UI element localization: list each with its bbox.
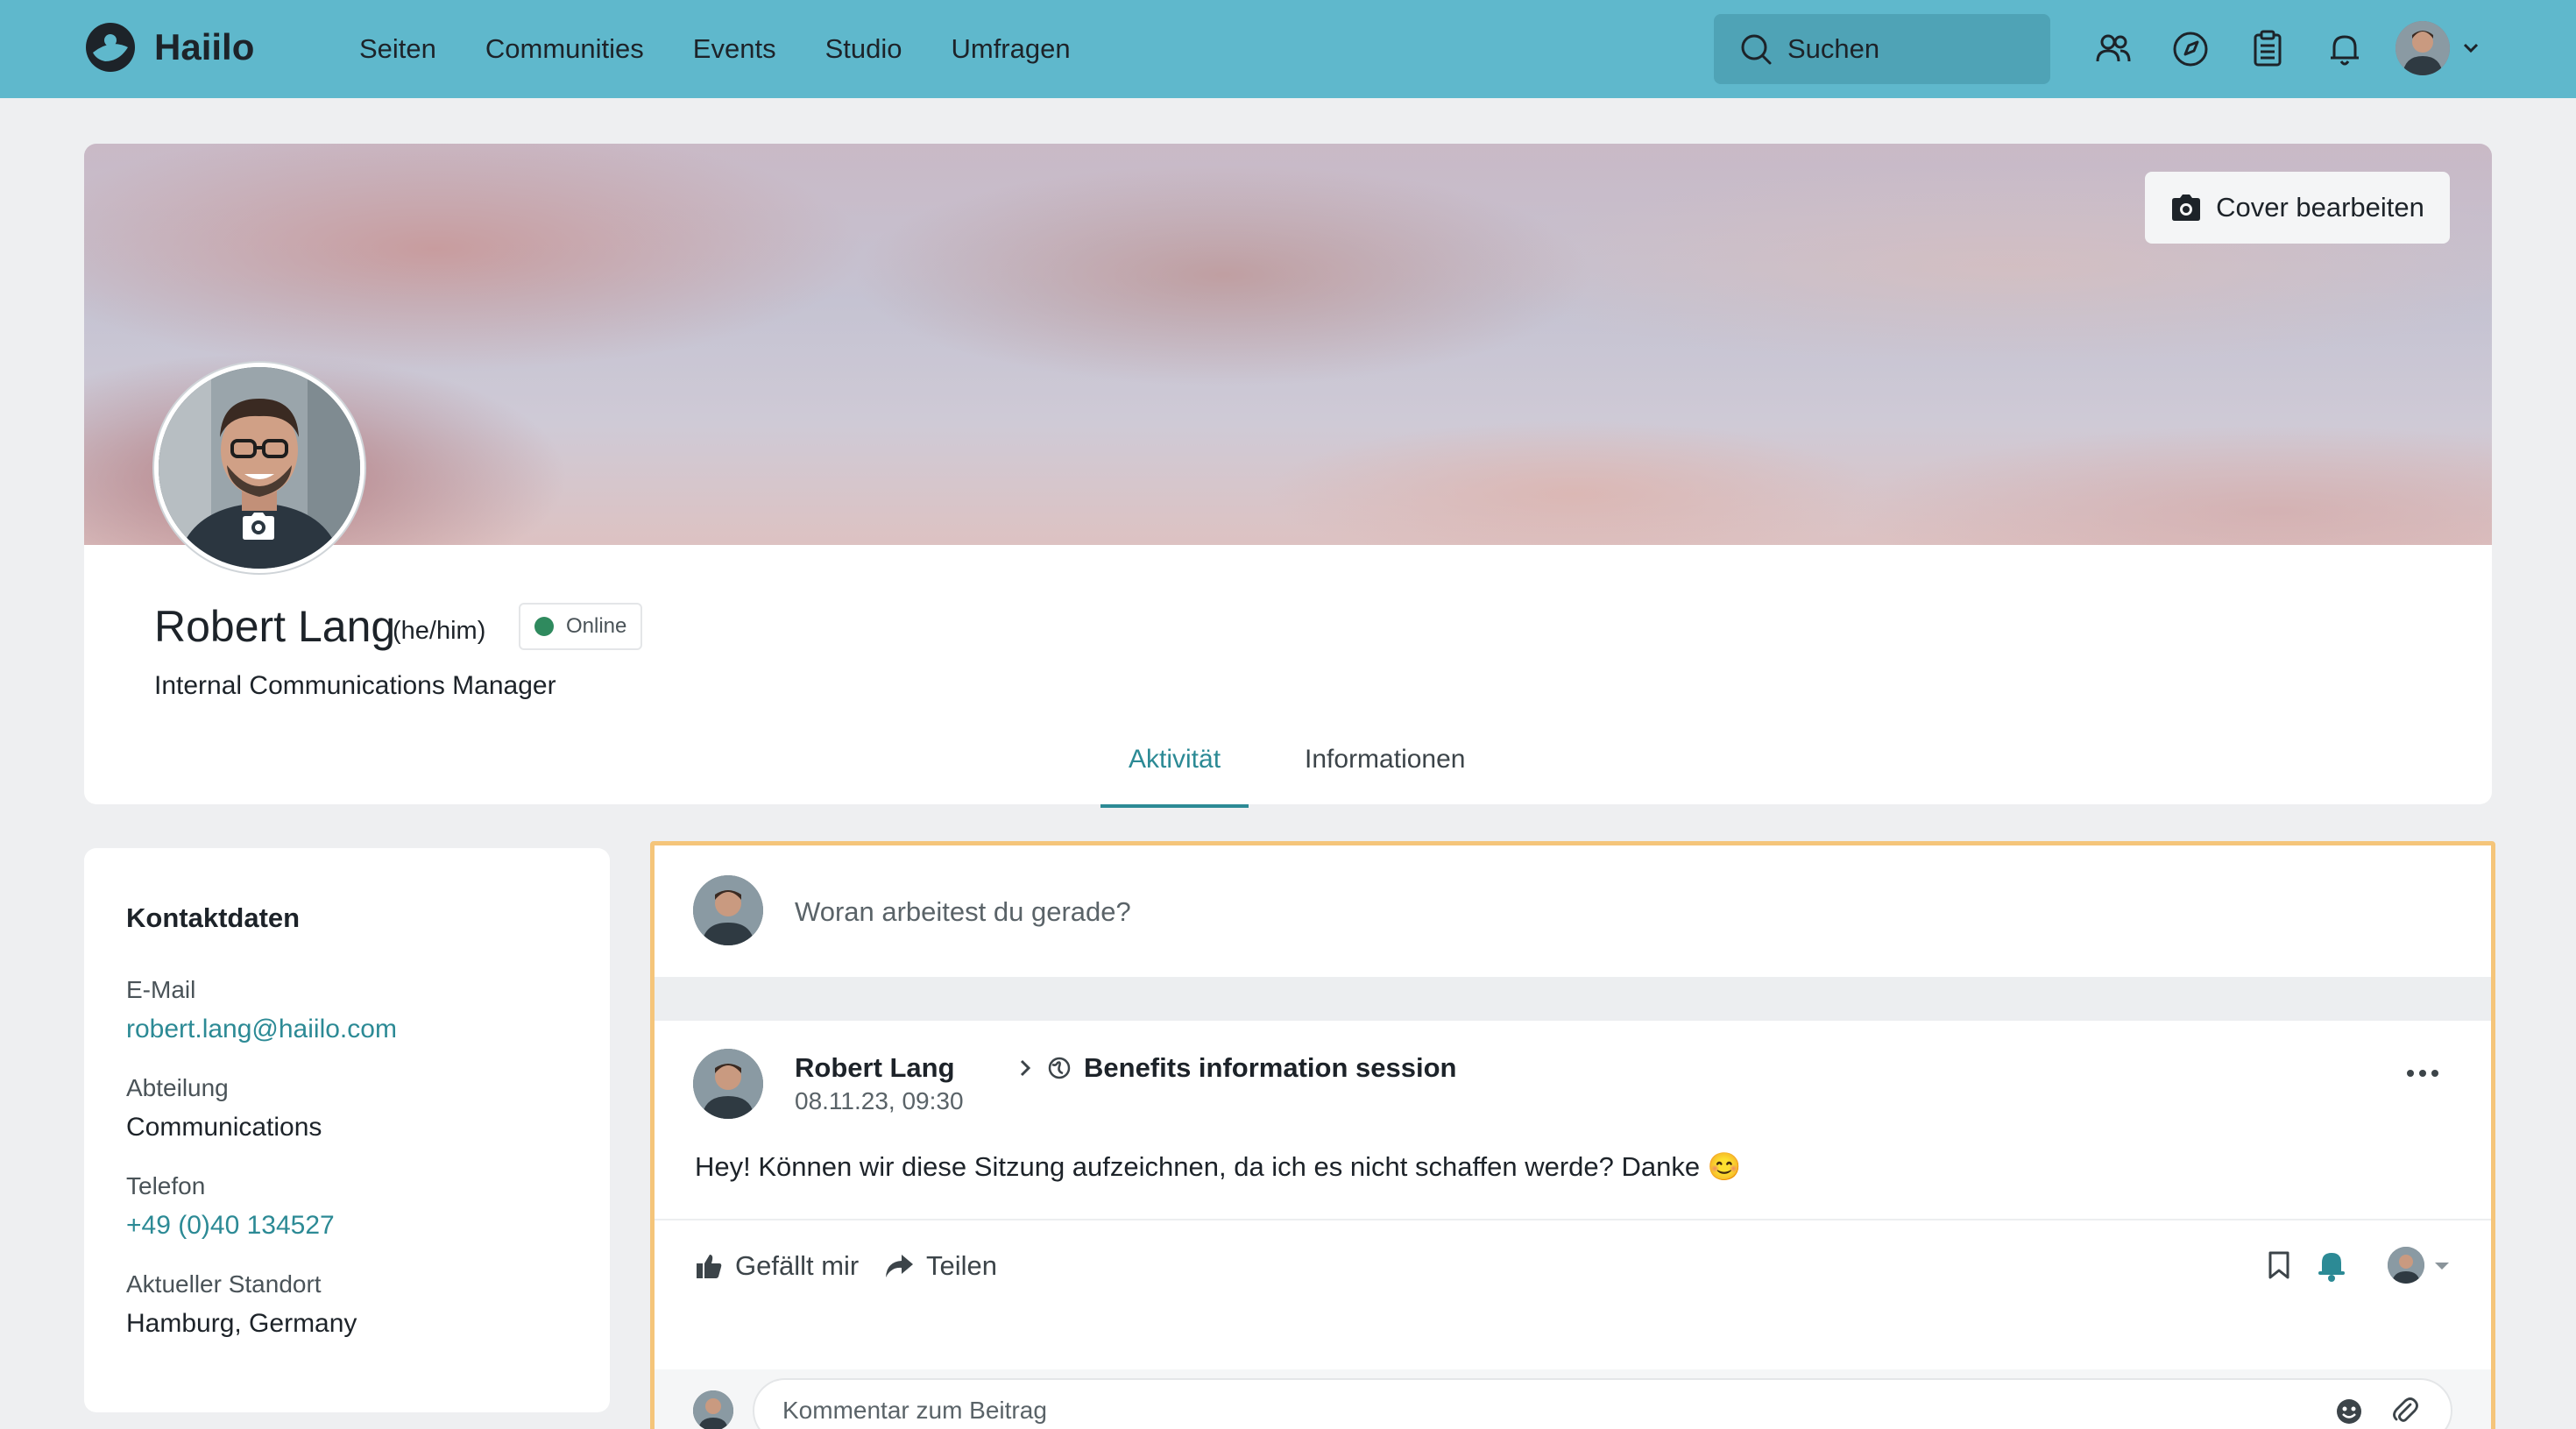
contact-card: Kontaktdaten E-Mail robert.lang@haiilo.c… — [84, 848, 610, 1412]
profile-job-title: Internal Communications Manager — [154, 671, 556, 700]
chevron-right-icon — [1020, 1059, 1031, 1077]
logo[interactable]: Haiilo — [84, 21, 254, 74]
globe-icon — [1048, 1057, 1071, 1079]
phone-link[interactable]: +49 (0)40 134527 — [126, 1211, 335, 1241]
like-button[interactable]: Gefällt mir — [695, 1250, 859, 1282]
composer-avatar-image — [693, 875, 763, 945]
share-icon — [886, 1255, 913, 1277]
comment-avatar — [693, 1390, 733, 1429]
nav-item-events[interactable]: Events — [693, 33, 776, 65]
cover-image — [84, 144, 2492, 545]
comment-input[interactable] — [782, 1397, 2272, 1425]
tab-informationen[interactable]: Informationen — [1277, 745, 1493, 808]
profile-name: Robert Lang — [154, 602, 396, 651]
nav-item-studio[interactable]: Studio — [825, 33, 902, 65]
online-status-dot — [534, 617, 554, 636]
comment-field[interactable] — [753, 1378, 2452, 1429]
like-label: Gefällt mir — [735, 1250, 860, 1281]
email-label: E-Mail — [126, 976, 196, 1003]
avatar-camera-icon[interactable] — [240, 510, 277, 541]
camera-icon — [2172, 195, 2201, 221]
clipboard-icon[interactable] — [2248, 30, 2287, 68]
thumbs-up-icon — [697, 1255, 722, 1278]
contact-title: Kontaktdaten — [126, 902, 301, 933]
attachment-icon[interactable] — [2391, 1396, 2419, 1425]
status-label: Online — [566, 614, 627, 638]
post-avatar-image — [693, 1049, 763, 1119]
profile-tabs: Aktivität Informationen — [1100, 745, 1493, 808]
edit-cover-button[interactable]: Cover bearbeiten — [2145, 172, 2450, 244]
emoji-icon[interactable] — [2335, 1397, 2363, 1425]
location-label: Aktueller Standort — [126, 1270, 322, 1298]
search-icon — [1741, 34, 1772, 65]
edit-cover-label: Cover bearbeiten — [2216, 192, 2424, 223]
nav-item-communities[interactable]: Communities — [485, 33, 644, 65]
location-value: Hamburg, Germany — [126, 1309, 357, 1338]
bell-icon[interactable] — [2325, 30, 2364, 68]
post-author-avatar[interactable] — [693, 1049, 763, 1119]
chevron-down-icon[interactable] — [2460, 37, 2481, 58]
department-label: Abteilung — [126, 1074, 229, 1101]
more-options-icon[interactable] — [2405, 1068, 2440, 1079]
profile-pronouns: (he/him) — [393, 617, 486, 645]
nav-item-seiten[interactable]: Seiten — [359, 33, 436, 65]
compass-icon[interactable] — [2171, 30, 2210, 68]
nav-item-umfragen[interactable]: Umfragen — [951, 33, 1070, 65]
top-navigation-bar: Haiilo Seiten Communities Events Studio … — [0, 0, 2576, 98]
department-value: Communications — [126, 1113, 322, 1142]
feed-post: Robert Lang Benefits information session… — [655, 1021, 2491, 1429]
search-box[interactable] — [1714, 14, 2050, 84]
post-as-avatar-image — [2388, 1247, 2424, 1284]
phone-label: Telefon — [126, 1172, 206, 1199]
notification-bell-icon[interactable] — [2316, 1249, 2347, 1282]
user-avatar[interactable] — [2396, 21, 2450, 75]
search-input[interactable] — [1787, 33, 2033, 65]
post-divider — [655, 1219, 2491, 1220]
comment-avatar-image — [693, 1390, 733, 1429]
post-date: 08.11.23, 09:30 — [795, 1087, 964, 1114]
composer-placeholder[interactable]: Woran arbeitest du gerade? — [795, 896, 1131, 928]
post-target[interactable]: Benefits information session — [1016, 1052, 1456, 1084]
tab-aktivitaet[interactable]: Aktivität — [1100, 745, 1249, 808]
post-as-avatar[interactable] — [2388, 1247, 2424, 1284]
email-link[interactable]: robert.lang@haiilo.com — [126, 1015, 397, 1044]
caret-down-icon[interactable] — [2433, 1261, 2451, 1271]
status-badge: Online — [519, 603, 643, 650]
share-label: Teilen — [926, 1250, 997, 1281]
composer-avatar — [693, 875, 763, 945]
bookmark-icon[interactable] — [2267, 1250, 2291, 1280]
haiilo-logo-icon — [86, 23, 135, 72]
post-author-name[interactable]: Robert Lang — [795, 1052, 955, 1084]
post-target-name: Benefits information session — [1084, 1052, 1457, 1083]
activity-feed: Woran arbeitest du gerade? Robert Lang B… — [650, 841, 2495, 1429]
user-avatar-image — [2396, 21, 2450, 75]
app-name: Haiilo — [154, 26, 255, 67]
people-icon[interactable] — [2094, 30, 2133, 68]
post-composer[interactable]: Woran arbeitest du gerade? — [655, 845, 2491, 977]
profile-avatar[interactable] — [154, 363, 364, 573]
share-button[interactable]: Teilen — [884, 1250, 997, 1282]
comment-bar — [655, 1369, 2491, 1429]
main-nav: Seiten Communities Events Studio Umfrage… — [359, 33, 1071, 65]
post-body: Hey! Können wir diese Sitzung aufzeichne… — [695, 1151, 1742, 1182]
